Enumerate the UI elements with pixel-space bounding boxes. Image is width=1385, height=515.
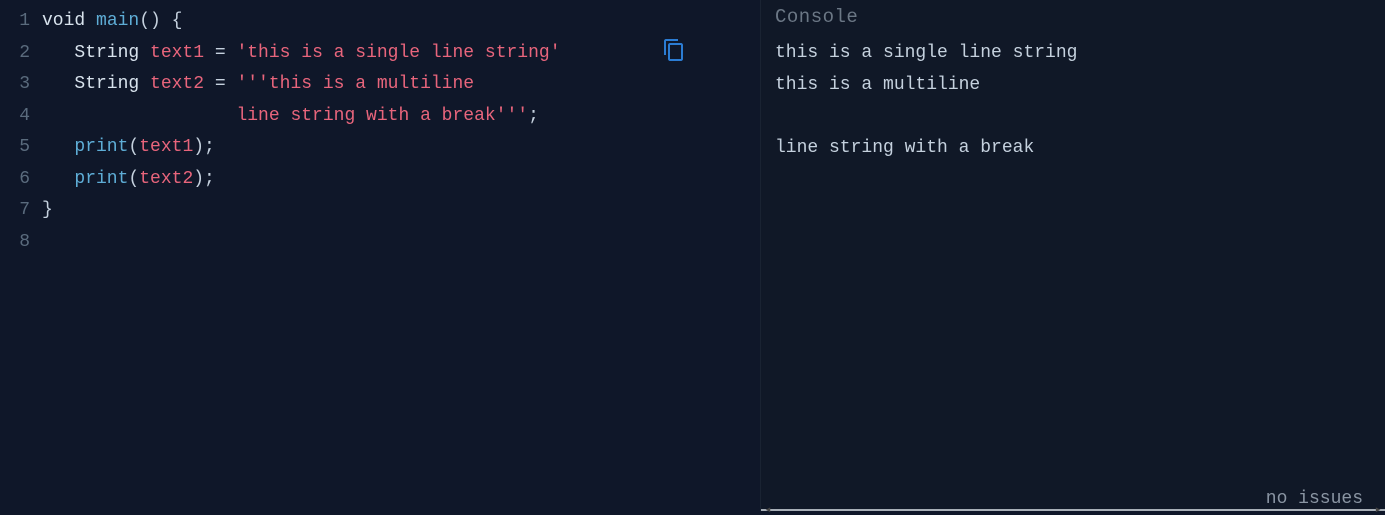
code-line[interactable]: 1void main() { (0, 6, 760, 38)
code-lines[interactable]: 1void main() {2 String text1 = 'this is … (0, 6, 760, 258)
console-pane: Console this is a single line string thi… (760, 0, 1385, 511)
console-output: this is a single line string this is a m… (775, 38, 1371, 164)
code-content[interactable]: print(text1); (42, 132, 760, 164)
line-number: 1 (0, 6, 42, 38)
line-number: 2 (0, 38, 42, 70)
console-title: Console (775, 6, 1371, 28)
code-line[interactable]: 4 line string with a break'''; (0, 101, 760, 133)
code-content[interactable]: void main() { (42, 6, 760, 38)
code-editor-pane[interactable]: 1void main() {2 String text1 = 'this is … (0, 0, 760, 511)
code-content[interactable]: line string with a break'''; (42, 101, 760, 133)
code-line[interactable]: 8 (0, 227, 760, 259)
code-line[interactable]: 5 print(text1); (0, 132, 760, 164)
code-content[interactable]: print(text2); (42, 164, 760, 196)
line-number: 5 (0, 132, 42, 164)
code-line[interactable]: 2 String text1 = 'this is a single line … (0, 38, 760, 70)
line-number: 6 (0, 164, 42, 196)
code-line[interactable]: 3 String text2 = '''this is a multiline (0, 69, 760, 101)
line-number: 7 (0, 195, 42, 227)
line-number: 3 (0, 69, 42, 101)
copy-icon[interactable] (662, 38, 686, 68)
code-content[interactable]: String text2 = '''this is a multiline (42, 69, 760, 101)
status-bar: no issues ◄ ► (761, 489, 1385, 511)
code-line[interactable]: 7} (0, 195, 760, 227)
code-line[interactable]: 6 print(text2); (0, 164, 760, 196)
code-content[interactable]: } (42, 195, 760, 227)
code-content[interactable]: String text1 = 'this is a single line st… (42, 38, 760, 70)
line-number: 4 (0, 101, 42, 133)
status-text: no issues (761, 489, 1385, 509)
line-number: 8 (0, 227, 42, 259)
